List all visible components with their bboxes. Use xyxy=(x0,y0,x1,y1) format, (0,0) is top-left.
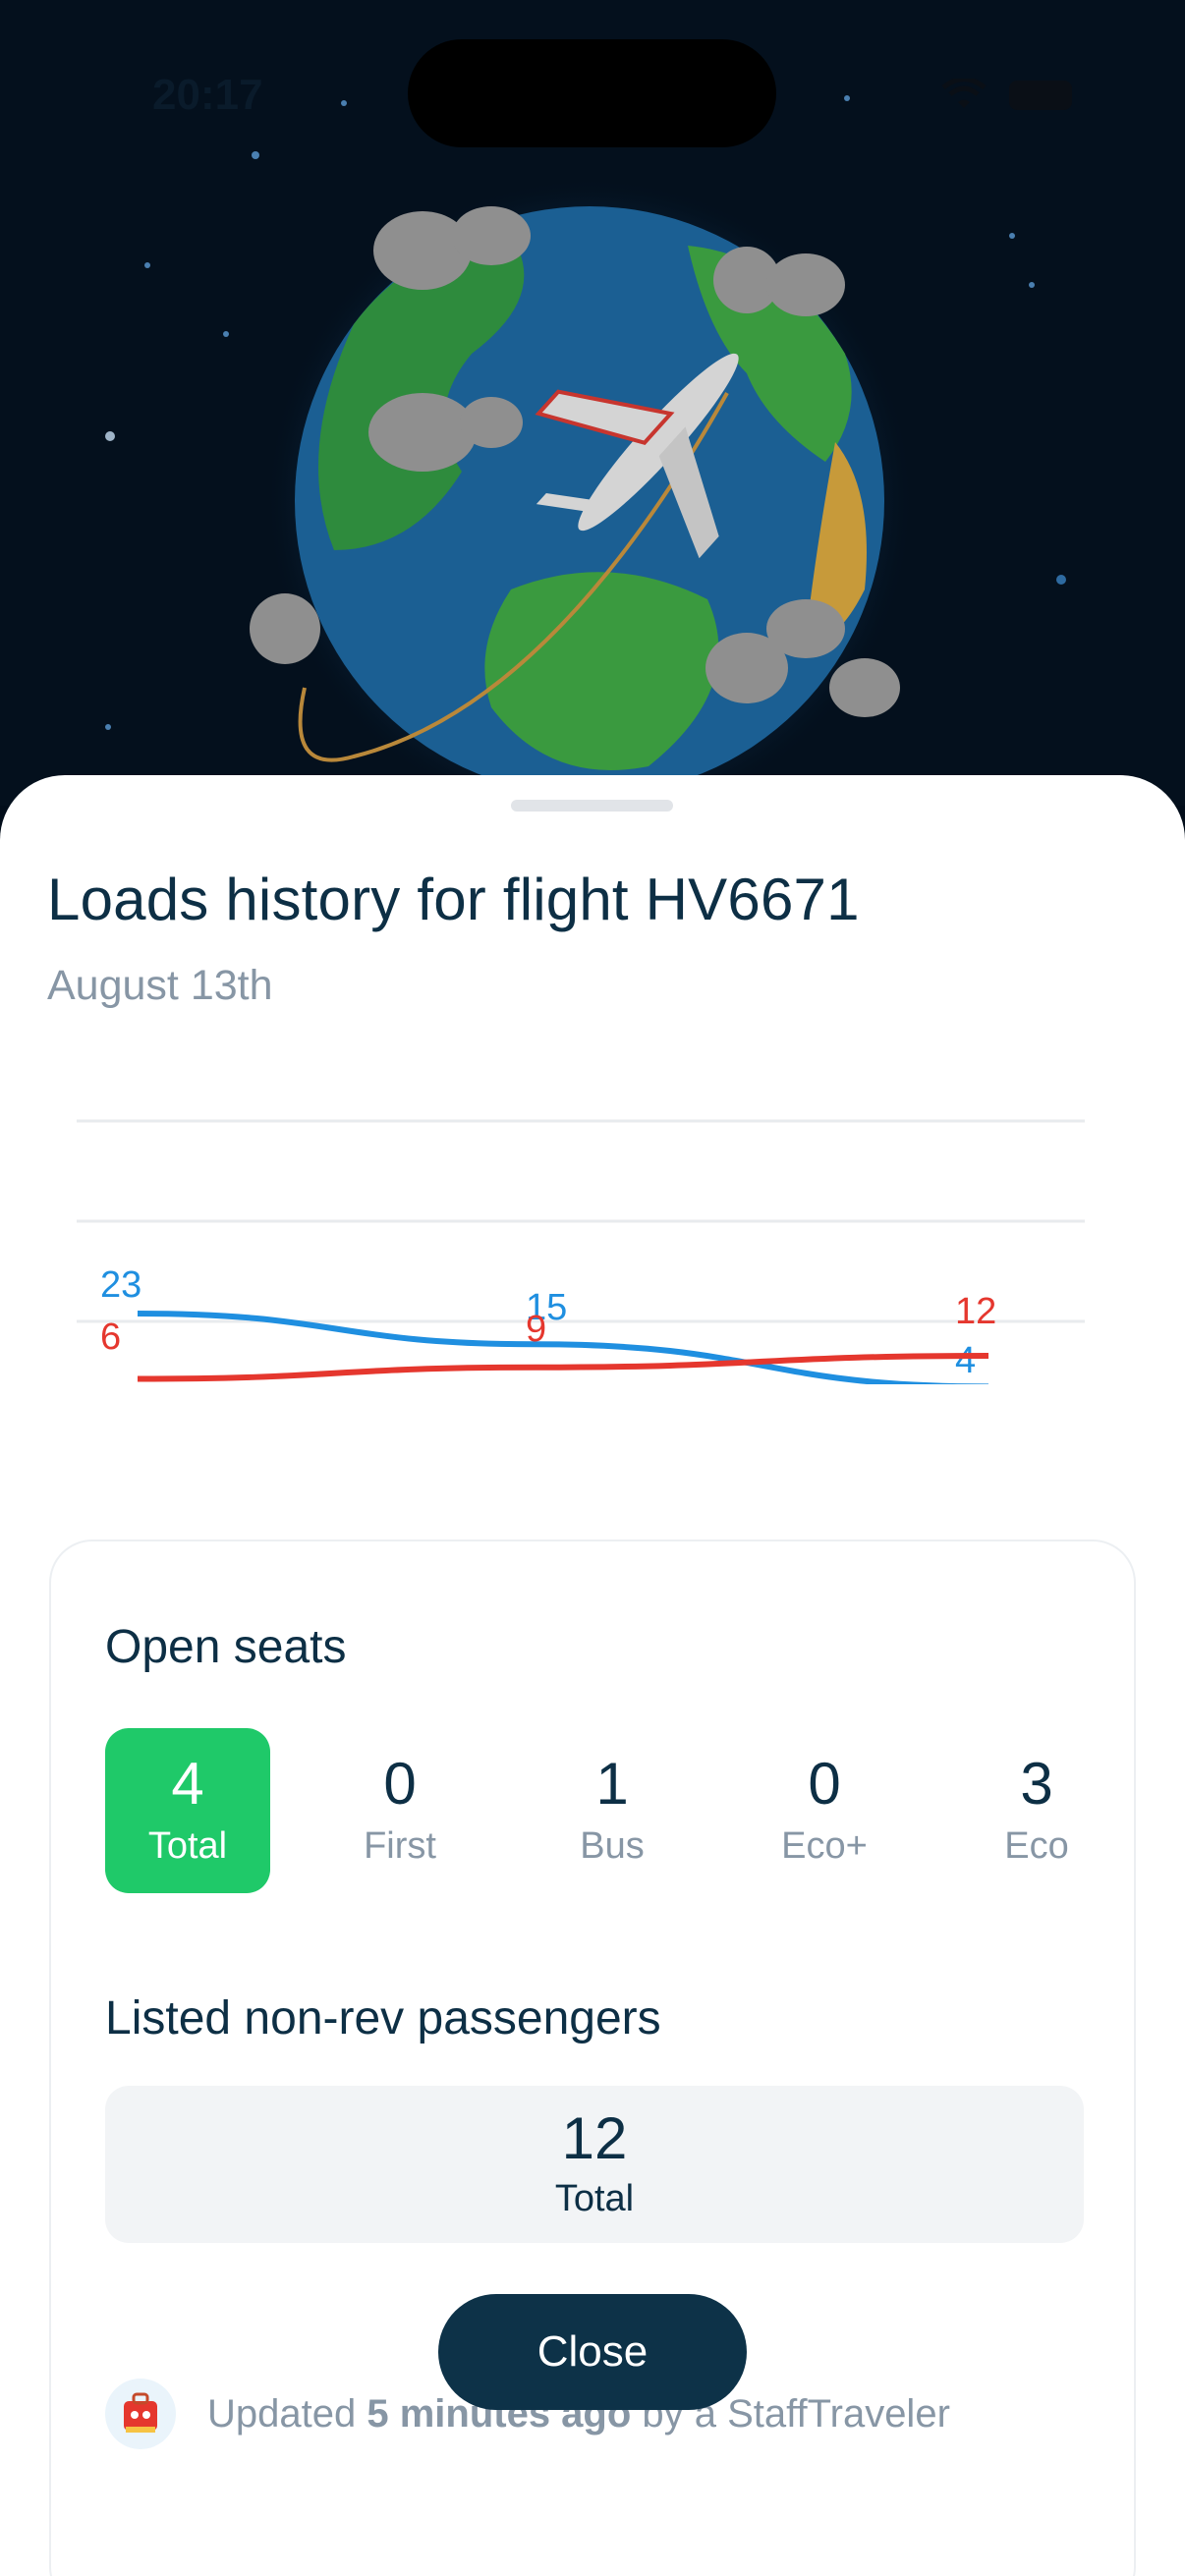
sheet-grabber[interactable] xyxy=(511,800,673,812)
seat-first[interactable]: 0 First xyxy=(317,1728,482,1893)
seat-total[interactable]: 4 Total xyxy=(105,1728,270,1893)
chart-data-label: 6 xyxy=(100,1316,121,1358)
sheet-subtitle: August 13th xyxy=(47,962,273,1009)
sheet-title: Loads history for flight HV6671 xyxy=(47,867,860,932)
seat-business-number: 1 xyxy=(595,1750,629,1817)
seat-eco-plus-number: 0 xyxy=(808,1750,841,1817)
listed-passengers-label: Total xyxy=(554,2177,635,2219)
updated-prefix: Updated xyxy=(207,2391,367,2436)
open-seats-title: Open seats xyxy=(105,1621,347,1673)
seat-eco[interactable]: 3 Eco xyxy=(954,1728,1119,1893)
seat-eco-number: 3 xyxy=(1020,1750,1053,1817)
battery-icon xyxy=(1009,81,1072,110)
loads-card: Open seats 4 Total 0 First 1 Bus 0 Eco+ … xyxy=(49,1540,1136,2576)
chart-data-label: 9 xyxy=(526,1309,546,1350)
dynamic-island xyxy=(408,39,776,147)
seat-total-number: 4 xyxy=(171,1750,204,1817)
staff-traveler-avatar xyxy=(105,2379,176,2449)
chart-data-label: 23 xyxy=(100,1264,141,1306)
status-time: 20:17 xyxy=(152,71,263,119)
seat-eco-plus[interactable]: 0 Eco+ xyxy=(742,1728,907,1893)
chart-data-label: 4 xyxy=(955,1340,976,1381)
seat-total-label: Total xyxy=(147,1824,228,1867)
wifi-icon xyxy=(941,79,987,108)
status-icons xyxy=(940,79,1072,112)
seat-eco-label: Eco xyxy=(1004,1824,1069,1867)
seat-first-label: First xyxy=(364,1824,436,1867)
listed-passengers-box: 12 Total xyxy=(105,2086,1084,2243)
open-seats-row: 4 Total 0 First 1 Bus 0 Eco+ 3 Eco xyxy=(105,1728,1088,1893)
suitcase-icon xyxy=(124,2392,157,2433)
listed-passengers-number: 12 xyxy=(561,2104,628,2171)
seat-business[interactable]: 1 Bus xyxy=(530,1728,695,1893)
seat-first-number: 0 xyxy=(383,1750,417,1817)
seat-eco-plus-label: Eco+ xyxy=(781,1824,868,1867)
background-illustration: 20:17 xyxy=(0,0,1185,806)
close-button[interactable]: Close xyxy=(438,2294,747,2410)
chart-data-label: 12 xyxy=(955,1291,996,1332)
chart-series-line-1 xyxy=(137,1353,989,1382)
listed-passengers-title: Listed non-rev passengers xyxy=(105,1992,661,2044)
seat-business-label: Bus xyxy=(580,1824,645,1867)
loads-history-chart: 231546 9 12 xyxy=(77,1119,1085,1384)
